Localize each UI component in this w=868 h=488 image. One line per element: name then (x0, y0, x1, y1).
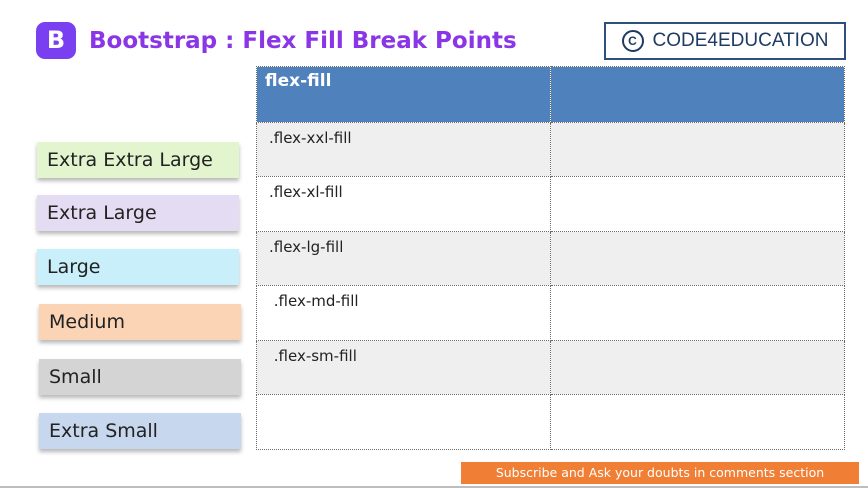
table-row (256, 394, 845, 450)
flex-fill-table: flex-fill .flex-xxl-fill .flex-xl-fill .… (256, 66, 845, 450)
breakpoint-label-lg: Large (37, 249, 239, 285)
table-cell (550, 285, 845, 341)
table-cell: .flex-xxl-fill (256, 121, 551, 178)
table-cell (550, 176, 845, 232)
table-row: .flex-xxl-fill (256, 121, 845, 178)
table-cell: .flex-sm-fill (256, 339, 551, 396)
table-header-cell (550, 66, 845, 123)
table-cell: .flex-xl-fill (256, 176, 551, 232)
table-cell: .flex-lg-fill (256, 230, 551, 287)
page-title: Bootstrap : Flex Fill Break Points (89, 28, 517, 54)
breakpoint-label-xl: Extra Large (37, 195, 239, 231)
table-cell (550, 230, 845, 287)
table-row: .flex-xl-fill (256, 176, 845, 232)
table-cell (550, 121, 845, 178)
table-row: .flex-md-fill (256, 285, 845, 341)
table-cell (550, 339, 845, 396)
subscribe-banner[interactable]: Subscribe and Ask your doubts in comment… (461, 462, 859, 484)
breakpoint-label-xs: Extra Small (39, 413, 241, 449)
bootstrap-logo-icon: B (36, 22, 76, 59)
table-cell: .flex-md-fill (256, 285, 551, 341)
breakpoint-label-md: Medium (39, 304, 241, 340)
copyright-icon: C (621, 30, 644, 52)
breakpoint-label-xxl: Extra Extra Large (37, 142, 239, 178)
table-row: .flex-lg-fill (256, 230, 845, 287)
table-header-cell: flex-fill (256, 66, 551, 123)
table-cell (550, 394, 845, 450)
brand-badge: C CODE4EDUCATION (604, 22, 846, 60)
table-row: .flex-sm-fill (256, 339, 845, 396)
brand-text: CODE4EDUCATION (652, 30, 829, 51)
table-cell (256, 394, 551, 450)
breakpoint-label-sm: Small (39, 359, 241, 395)
table-header-row: flex-fill (256, 66, 845, 123)
